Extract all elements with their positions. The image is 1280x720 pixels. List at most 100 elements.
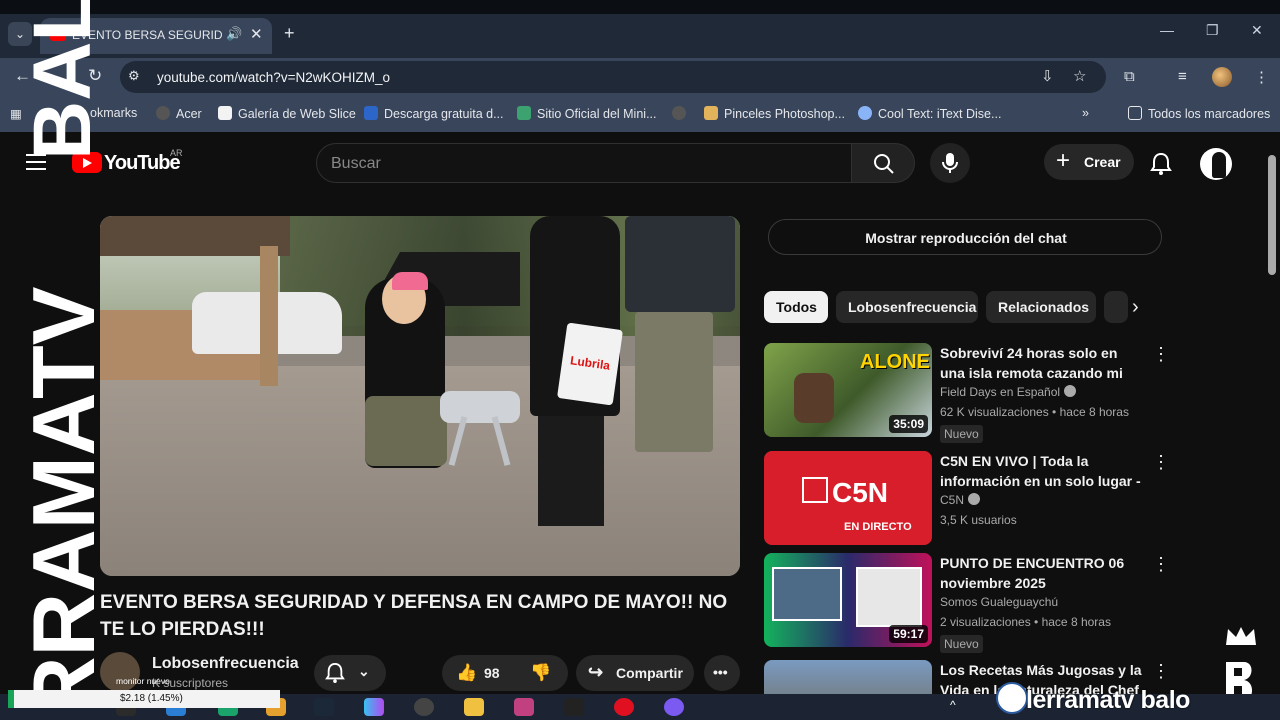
globe-icon — [672, 106, 686, 120]
video-player[interactable]: Lubrila — [100, 216, 740, 576]
address-bar[interactable]: ⚙ youtube.com/watch?v=N2wKOHIZM_o ⇩ ☆ — [120, 61, 1106, 93]
stock-monitor: $2.18 (1.45%) — [8, 690, 280, 708]
chip-related[interactable]: Relacionados — [986, 291, 1096, 323]
voice-search-button[interactable] — [930, 143, 970, 183]
file-explorer-icon[interactable] — [464, 698, 484, 716]
browser-profile-avatar[interactable] — [1212, 67, 1232, 87]
channel-label: Field Days en Español — [940, 385, 1061, 399]
bookmark-label: Acer — [176, 107, 202, 121]
chip-channel[interactable]: Lobosenfrecuencia — [836, 291, 978, 323]
video-scene-person-legs — [538, 406, 604, 526]
bell-icon — [325, 662, 345, 683]
install-app-icon[interactable]: ⇩ — [1041, 67, 1054, 85]
more-vertical-icon[interactable]: ⋮ — [1152, 555, 1170, 573]
verified-icon — [1064, 385, 1077, 397]
bookmark-label: Sitio Oficial del Mini... — [537, 107, 657, 121]
bookmark-item[interactable] — [672, 106, 692, 121]
dislike-icon[interactable]: 👎 — [530, 663, 551, 683]
more-horizontal-icon: ••• — [713, 664, 728, 680]
bookmark-item[interactable]: Acer — [156, 106, 202, 121]
speaker-icon[interactable]: 🔊 — [226, 26, 242, 42]
all-bookmarks-label: Todos los marcadores — [1148, 107, 1271, 121]
bookmark-star-icon[interactable]: ☆ — [1073, 67, 1086, 85]
recommendation-thumbnail[interactable] — [764, 660, 932, 694]
youtube-wordmark[interactable]: YouTube — [104, 152, 181, 175]
obs-icon[interactable] — [414, 698, 434, 716]
create-label: Crear — [1084, 154, 1121, 170]
account-avatar[interactable] — [1200, 148, 1232, 180]
recommendation-item[interactable]: 59:17 PUNTO DE ENCUENTRO 06 noviembre 20… — [764, 553, 1170, 653]
video-scene-person — [625, 216, 735, 312]
recommendation-thumbnail[interactable]: ALONE 35:09 — [764, 343, 932, 437]
bookmark-item[interactable]: Galería de Web Slice — [218, 106, 356, 121]
recommendation-thumbnail[interactable]: 59:17 — [764, 553, 932, 647]
close-tab-icon[interactable]: ✕ — [250, 25, 263, 43]
recommendation-item[interactable]: C5N EN DIRECTO C5N EN VIVO | Toda la inf… — [764, 451, 1170, 551]
scrollbar-thumb[interactable] — [1268, 155, 1276, 275]
media-control-icon[interactable]: ≡ — [1178, 68, 1187, 85]
notifications-bell-icon[interactable] — [1150, 152, 1172, 176]
thumbnail-text: C5N — [832, 477, 889, 508]
app-icon[interactable] — [564, 698, 584, 716]
bookmarks-bar: ▦ okmarks Acer Galería de Web Slice Desc… — [0, 96, 1280, 132]
monitor-label: monitor nuevo — [116, 676, 170, 686]
more-bookmarks-icon[interactable]: » — [1082, 106, 1089, 120]
bookmark-item[interactable]: Sitio Oficial del Mini... — [517, 106, 656, 121]
top-strip — [0, 0, 1280, 14]
new-badge: Nuevo — [940, 635, 983, 653]
chip-label: Lobosenfrecuencia — [848, 299, 977, 315]
browser-toolbar: ← ↻ ⚙ youtube.com/watch?v=N2wKOHIZM_o ⇩ … — [0, 58, 1280, 96]
subscription-bell-button[interactable]: ⌄ — [314, 655, 386, 691]
apps-grid-icon[interactable]: ▦ — [10, 106, 22, 121]
close-window-icon[interactable]: ✕ — [1251, 22, 1263, 39]
watermark-vertical: RRAMATV — [28, 120, 98, 720]
all-bookmarks[interactable]: Todos los marcadores — [1128, 106, 1270, 121]
site-info-icon[interactable]: ⚙ — [128, 68, 140, 84]
video-scene-person-legs — [635, 312, 713, 452]
recommendation-item[interactable]: ALONE 35:09 Sobreviví 24 horas solo en u… — [764, 343, 1170, 443]
youtube-header: YouTube AR Buscar + Crear — [0, 132, 1280, 192]
recommendation-channel: C5N — [940, 493, 981, 507]
bookmark-item[interactable]: Descarga gratuita d... — [364, 106, 504, 121]
watermark-vertical-text: RRAMATV — [28, 286, 98, 720]
copilot-icon[interactable] — [364, 698, 384, 716]
show-chat-replay-button[interactable]: Mostrar reproducción del chat — [768, 219, 1162, 255]
url-text: youtube.com/watch?v=N2wKOHIZM_o — [157, 70, 390, 85]
create-button[interactable]: + Crear — [1044, 144, 1134, 180]
minimize-icon[interactable]: — — [1160, 22, 1174, 38]
new-tab-icon[interactable]: + — [284, 23, 295, 44]
video-scene-robot-dog — [440, 391, 520, 423]
app-icon[interactable] — [514, 698, 534, 716]
restore-icon[interactable]: ❐ — [1206, 22, 1219, 39]
like-icon[interactable]: 👍 — [456, 663, 477, 683]
app-icon[interactable] — [664, 698, 684, 716]
duration-badge: 35:09 — [889, 415, 928, 433]
channel-avatar[interactable] — [100, 652, 140, 692]
download-site-icon — [364, 106, 378, 120]
browser-menu-icon[interactable]: ⋮ — [1254, 68, 1269, 86]
chevron-right-icon[interactable]: › — [1132, 296, 1139, 319]
chip-todos[interactable]: Todos — [764, 291, 828, 323]
channel-name[interactable]: Lobosenfrecuencia — [152, 655, 299, 673]
microphone-icon — [942, 153, 958, 173]
more-vertical-icon[interactable]: ⋮ — [1152, 345, 1170, 363]
video-scene-post — [260, 246, 278, 386]
bookmark-item[interactable]: Pinceles Photoshop... — [704, 106, 845, 121]
video-scene-person-legs — [365, 396, 447, 466]
search-input[interactable]: Buscar — [316, 143, 852, 183]
channel-label: C5N — [940, 493, 965, 507]
more-vertical-icon[interactable]: ⋮ — [1152, 453, 1170, 471]
steam-icon[interactable] — [314, 698, 334, 716]
extensions-icon[interactable]: ⧉ — [1124, 68, 1135, 85]
more-actions-button[interactable]: ••• — [704, 655, 740, 691]
tray-chevron-icon[interactable]: ^ — [950, 698, 970, 716]
opera-icon[interactable] — [614, 698, 634, 716]
search-button[interactable] — [851, 143, 915, 183]
recommendation-title: Sobreviví 24 horas solo en una isla remo… — [940, 345, 1123, 381]
share-button[interactable]: ↪ Compartir — [576, 655, 694, 691]
watermark-bottom: lerramatv balo — [1026, 686, 1190, 714]
recommendation-thumbnail[interactable]: C5N EN DIRECTO — [764, 451, 932, 545]
bookmark-item[interactable]: Cool Text: iText Dise... — [858, 106, 1001, 121]
video-scene-cap — [392, 272, 428, 290]
more-vertical-icon[interactable]: ⋮ — [1152, 662, 1164, 680]
